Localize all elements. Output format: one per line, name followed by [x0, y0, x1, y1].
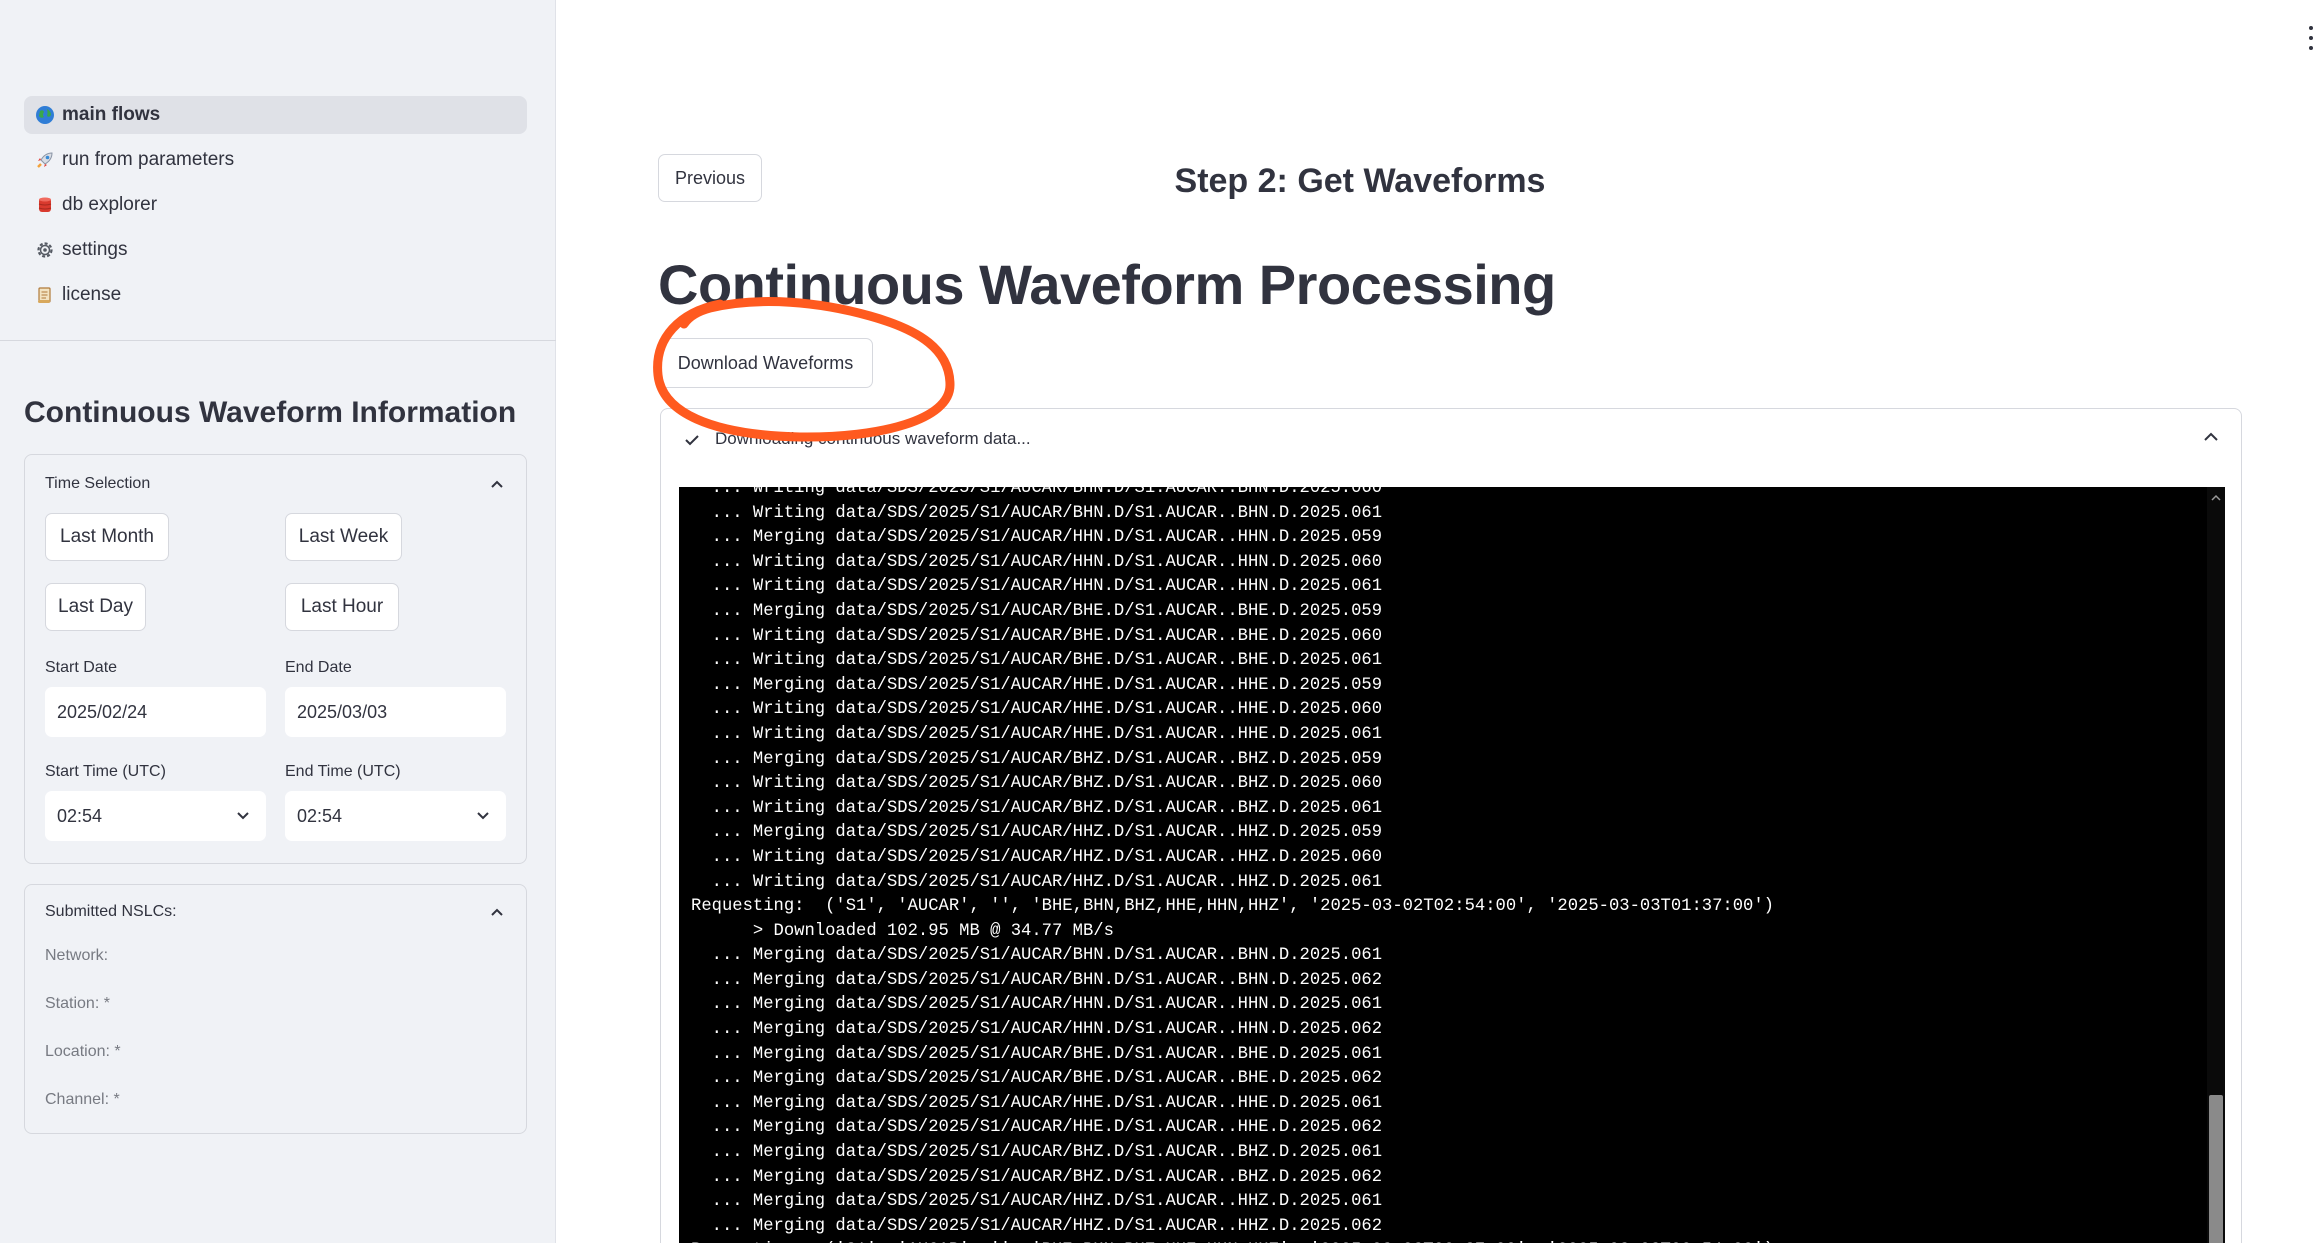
sidebar: main flows run from parameters db explor… — [0, 0, 556, 1243]
nav-item-run-from-parameters[interactable]: run from parameters — [24, 141, 527, 179]
rocket-icon — [34, 149, 56, 171]
globe-icon — [34, 104, 56, 126]
log-line: ... Writing data/SDS/2025/S1/AUCAR/BHZ.D… — [691, 774, 1383, 794]
log-line: ... Merging data/SDS/2025/S1/AUCAR/BHN.D… — [691, 946, 1383, 966]
nslc-location: Location: * — [45, 1043, 121, 1060]
log-line: ... Merging data/SDS/2025/S1/AUCAR/HHN.D… — [691, 1020, 1383, 1040]
main-menu-button[interactable] — [2309, 26, 2315, 50]
log-line: ... Merging data/SDS/2025/S1/AUCAR/BHE.D… — [691, 1044, 1383, 1064]
log-line: ... Merging data/SDS/2025/S1/AUCAR/BHE.D… — [691, 1069, 1383, 1089]
time-selection-label: Time Selection — [45, 475, 151, 492]
database-icon — [34, 194, 56, 216]
log-line: > Downloaded 102.95 MB @ 34.77 MB/s — [691, 921, 1114, 941]
log-line: ... Writing data/SDS/2025/S1/AUCAR/BHZ.D… — [691, 798, 1383, 818]
sidebar-divider — [0, 340, 556, 341]
nslc-network: Network: — [45, 947, 109, 964]
log-line: ... Merging data/SDS/2025/S1/AUCAR/HHZ.D… — [691, 1216, 1383, 1236]
log-line: ... Writing data/SDS/2025/S1/AUCAR/HHN.D… — [691, 552, 1383, 572]
start-time-value: 02:54 — [57, 805, 103, 826]
log-scrollbar-thumb[interactable] — [2209, 1095, 2223, 1243]
last-month-button[interactable]: Last Month — [45, 513, 169, 561]
log-line: ... Writing data/SDS/2025/S1/AUCAR/HHE.D… — [691, 700, 1383, 720]
start-date-input[interactable]: 2025/02/24 — [45, 687, 266, 737]
nslc-header-label: Submitted NSLCs: — [45, 903, 177, 920]
end-time-select[interactable]: 02:54 — [285, 791, 506, 841]
log-line: ... Merging data/SDS/2025/S1/AUCAR/BHN.D… — [691, 970, 1383, 990]
scroll-icon — [34, 284, 56, 306]
nav-item-db-explorer[interactable]: db explorer — [24, 186, 527, 224]
time-selection-header[interactable]: Time Selection — [25, 455, 526, 511]
check-icon — [685, 435, 699, 446]
dot — [2309, 26, 2313, 30]
gear-icon — [34, 239, 56, 261]
chevron-up-icon — [491, 480, 503, 488]
log-lines: ... Writing data/SDS/2025/S1/AUCAR/BHN.D… — [691, 487, 2201, 1243]
sidebar-nav: main flows run from parameters db explor… — [24, 96, 527, 321]
chevron-down-icon — [477, 812, 489, 820]
log-line: ... Merging data/SDS/2025/S1/AUCAR/BHZ.D… — [691, 749, 1383, 769]
start-time-select[interactable]: 02:54 — [45, 791, 266, 841]
log-output[interactable]: ... Writing data/SDS/2025/S1/AUCAR/BHN.D… — [679, 487, 2225, 1243]
step-title: Step 2: Get Waveforms — [1174, 162, 1546, 200]
last-day-button[interactable]: Last Day — [45, 583, 146, 631]
dot — [2309, 36, 2313, 40]
log-line: ... Writing data/SDS/2025/S1/AUCAR/BHN.D… — [691, 503, 1383, 523]
nav-item-main-flows[interactable]: main flows — [24, 96, 527, 134]
download-waveforms-button[interactable]: Download Waveforms — [658, 338, 873, 388]
log-line: ... Writing data/SDS/2025/S1/AUCAR/HHN.D… — [691, 577, 1383, 597]
log-line: ... Writing data/SDS/2025/S1/AUCAR/HHZ.D… — [691, 847, 1383, 867]
nav-label: license — [62, 284, 122, 305]
log-scrollbar[interactable] — [2207, 487, 2225, 1243]
dot — [2309, 46, 2313, 50]
nav-item-settings[interactable]: settings — [24, 231, 527, 269]
log-line: ... Merging data/SDS/2025/S1/AUCAR/HHE.D… — [691, 675, 1383, 695]
start-date-label: Start Date — [45, 659, 118, 676]
end-date-label: End Date — [285, 659, 352, 676]
time-selection-panel: Time Selection Last Month Last Week Last… — [24, 454, 527, 864]
log-line: Requesting: ('S1', 'AUCAR', '', 'BHE,BHN… — [691, 897, 1774, 917]
end-time-value: 02:54 — [297, 805, 343, 826]
last-week-button[interactable]: Last Week — [285, 513, 402, 561]
log-line: ... Merging data/SDS/2025/S1/AUCAR/HHZ.D… — [691, 1192, 1383, 1212]
page-title: Continuous Waveform Processing — [658, 253, 1556, 316]
previous-button[interactable]: Previous — [658, 154, 762, 202]
log-line: ... Writing data/SDS/2025/S1/AUCAR/HHE.D… — [691, 724, 1383, 744]
log-line: ... Writing data/SDS/2025/S1/AUCAR/HHZ.D… — [691, 872, 1383, 892]
nslc-station: Station: * — [45, 995, 110, 1012]
log-line: ... Merging data/SDS/2025/S1/AUCAR/HHE.D… — [691, 1093, 1383, 1113]
nav-label: main flows — [62, 104, 161, 125]
nslc-header[interactable]: Submitted NSLCs: — [25, 885, 526, 941]
nav-label: run from parameters — [62, 149, 235, 170]
sidebar-title: Continuous Waveform Information — [24, 396, 517, 429]
log-line: ... Merging data/SDS/2025/S1/AUCAR/HHN.D… — [691, 528, 1383, 548]
end-time-label: End Time (UTC) — [285, 763, 401, 780]
status-label: Downloading continuous waveform data... — [715, 429, 1031, 448]
log-line: ... Merging data/SDS/2025/S1/AUCAR/HHZ.D… — [691, 823, 1383, 843]
nav-item-license[interactable]: license — [24, 276, 527, 314]
end-date-input[interactable]: 2025/03/03 — [285, 687, 506, 737]
chevron-up-icon — [491, 908, 503, 916]
chevron-down-icon — [237, 812, 249, 820]
nslc-channel: Channel: * — [45, 1091, 120, 1108]
log-line: ... Writing data/SDS/2025/S1/AUCAR/BHE.D… — [691, 651, 1383, 671]
log-line: ... Merging data/SDS/2025/S1/AUCAR/HHN.D… — [691, 995, 1383, 1015]
log-line: ... Merging data/SDS/2025/S1/AUCAR/BHE.D… — [691, 601, 1383, 621]
download-status-expander: Downloading continuous waveform data... … — [660, 408, 2242, 1243]
log-line: ... Merging data/SDS/2025/S1/AUCAR/HHE.D… — [691, 1118, 1383, 1138]
last-hour-button[interactable]: Last Hour — [285, 583, 399, 631]
log-line: ... Writing data/SDS/2025/S1/AUCAR/BHN.D… — [691, 487, 1383, 498]
nav-label: settings — [62, 239, 128, 260]
start-time-label: Start Time (UTC) — [45, 763, 166, 780]
chevron-up-icon[interactable] — [2203, 429, 2219, 445]
nav-label: db explorer — [62, 194, 158, 215]
log-line: ... Merging data/SDS/2025/S1/AUCAR/BHZ.D… — [691, 1143, 1383, 1163]
log-line: Requesting: ('S1', 'AUCAR', '', 'BHE,BHN… — [691, 1239, 2201, 1243]
nslc-panel: Submitted NSLCs: Network: Station: * Loc… — [24, 884, 527, 1134]
scroll-up-icon[interactable] — [2211, 493, 2221, 503]
log-line: ... Writing data/SDS/2025/S1/AUCAR/BHE.D… — [691, 626, 1383, 646]
log-line: ... Merging data/SDS/2025/S1/AUCAR/BHZ.D… — [691, 1167, 1383, 1187]
